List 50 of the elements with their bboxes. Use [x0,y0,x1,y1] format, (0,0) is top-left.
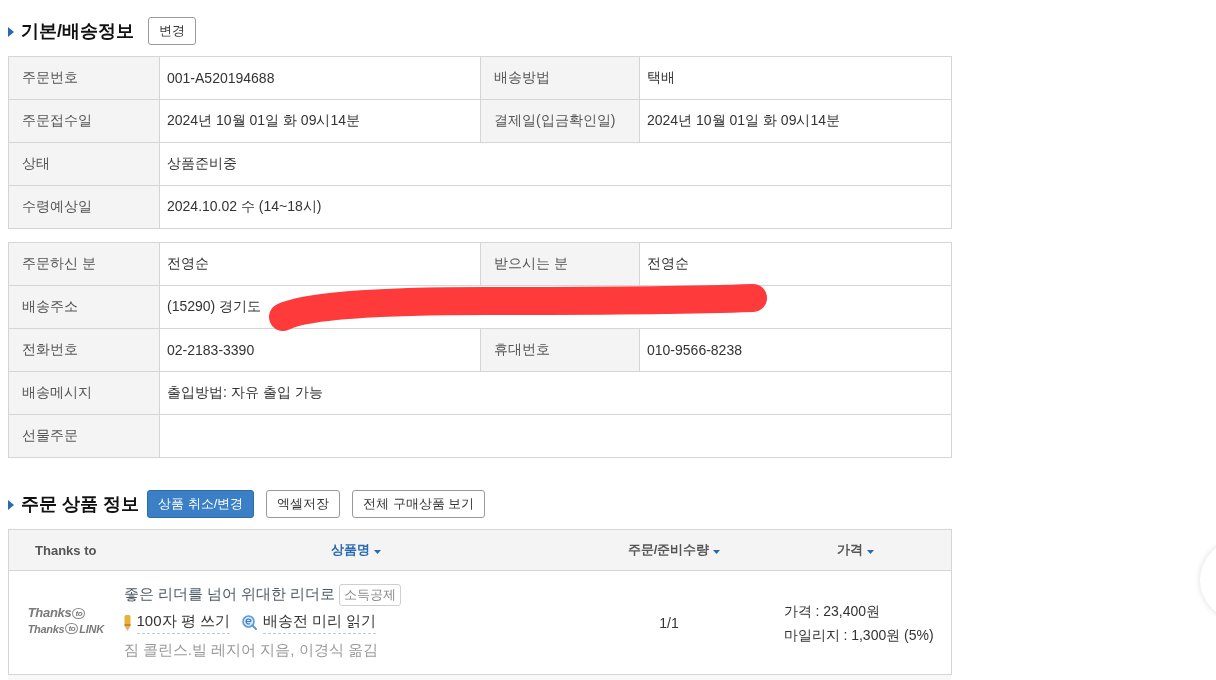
preview-link[interactable]: 배송전 미리 읽기 [262,611,377,634]
column-header: Thanks to [8,529,123,571]
field-value: 출입방법: 자유 출입 가능 [159,371,952,415]
field-value: 전영순 [159,242,481,286]
section-title: 기본/배송정보 [21,20,134,43]
field-value: 2024년 10월 01일 화 09시14분 [159,99,481,143]
price-text: 가격 : 23,400원 [783,601,881,621]
thanks-logo: Thanks to Thanks to LINK [27,606,104,635]
sort-header[interactable]: 가격 [836,541,874,559]
field-value: 전영순 [639,242,952,286]
field-label: 수령예상일 [8,185,160,229]
triangle-marker-icon [8,26,14,37]
field-label: 주문접수일 [8,99,160,143]
cancel-change-button[interactable]: 상품 취소/변경 [147,490,255,518]
review-link[interactable]: 100자 평 쓰기 [136,611,230,634]
field-label: 받으시는 분 [480,242,640,286]
field-label: 주문하신 분 [8,242,160,286]
field-label: 전화번호 [8,328,160,372]
field-value: 택배 [639,56,952,100]
field-label: 주문번호 [8,56,160,100]
field-value: 2024년 10월 01일 화 09시14분 [639,99,952,143]
deduction-tag: 소득공제 [339,583,402,606]
field-value: 2024.10.02 수 (14~18시) [159,185,952,229]
field-value: 상품준비중 [159,142,952,186]
pencil-icon [123,614,131,631]
action-button[interactable]: 엑셀저장 [266,490,341,518]
field-value: (15290) 경기도 [167,298,262,316]
field-value: 02-2183-3390 [159,328,481,372]
field-label: 배송방법 [480,56,640,100]
caret-down-icon [866,549,874,554]
field-label: 결제일(입금확인일) [480,99,640,143]
caret-down-icon [713,549,721,554]
mileage-text: 마일리지 : 1,300원 (5%) [783,625,935,645]
action-button[interactable]: 전체 구매상품 보기 [352,490,486,518]
field-label: 상태 [8,142,160,186]
field-label: 배송메시지 [8,371,160,415]
quantity-text: 1/1 [588,570,760,675]
field-value: 010-9566-8238 [639,328,952,372]
author-text: 짐 콜린스.빌 레지어 지음, 이경식 옮김 [123,641,378,660]
caret-down-icon [373,549,381,554]
field-value: 001-A520194688 [159,56,481,100]
field-label: 선물주문 [8,414,160,458]
field-label: 배송주소 [8,285,160,329]
field-label: 휴대번호 [480,328,640,372]
triangle-marker-icon [8,499,14,510]
magnifier-icon [241,615,257,630]
section-title: 주문 상품 정보 [21,493,139,516]
change-button[interactable]: 변경 [148,17,196,45]
sort-header[interactable]: 상품명 [330,541,381,559]
product-title-link[interactable]: 좋은 리더를 넘어 위대한 리더로 [123,585,336,604]
